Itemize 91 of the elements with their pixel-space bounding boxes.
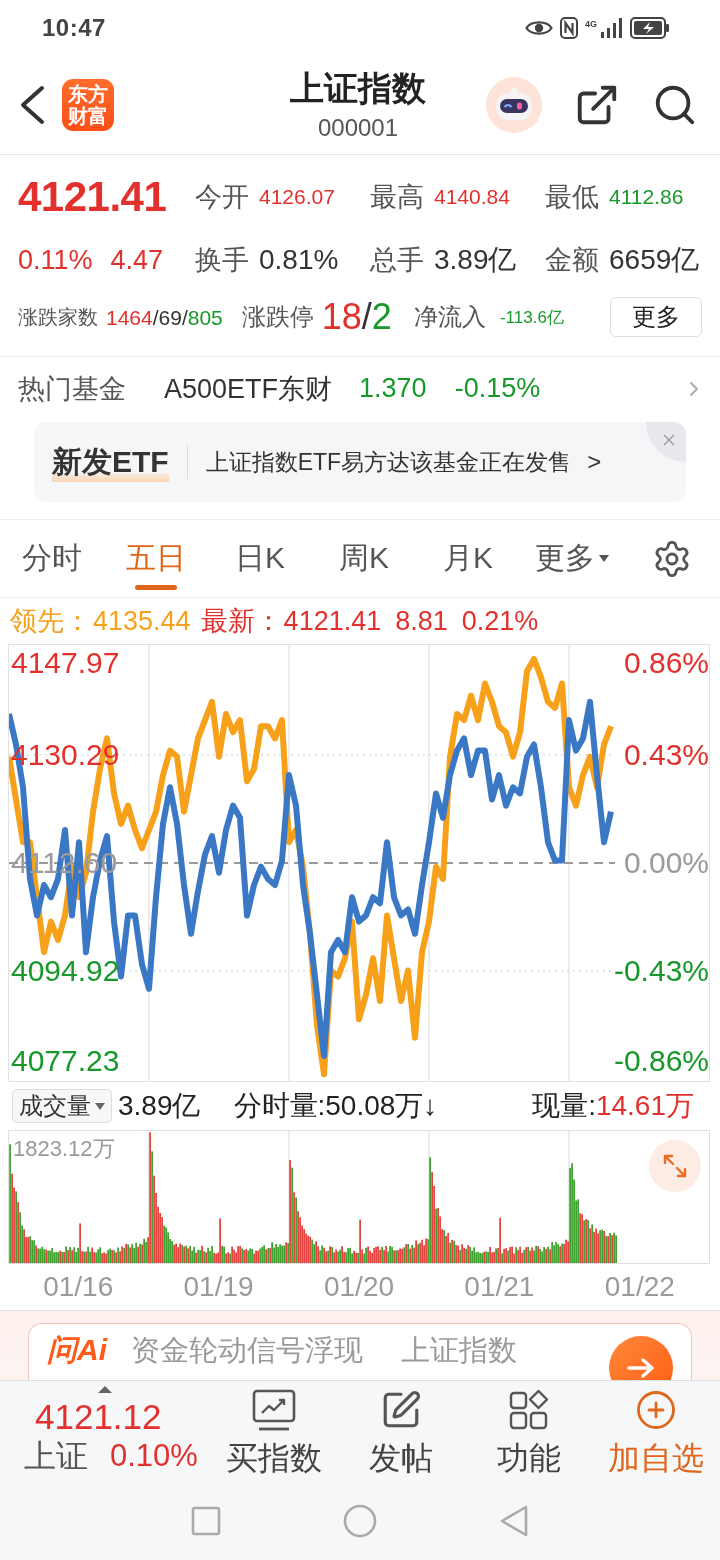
percent-axis-label: -0.86% [613,1043,709,1079]
grid-icon [507,1389,550,1431]
teaser-text: 资金轮动信号浮现 [131,1333,363,1368]
battery-icon [630,16,670,39]
breadth-value: 1464/69/805 [106,306,223,328]
stat-label: 换手 [195,244,249,277]
ai-logo: 问Ai [47,1332,107,1368]
stat-value: 0.81% [259,244,339,276]
y-axis-label: 4094.92 [11,952,120,989]
status-time: 10:47 [42,13,106,42]
stat-value: 4126.07 [259,185,335,209]
eye-icon [525,18,553,37]
more-tab[interactable]: 更多 [520,520,624,597]
caret-down-icon [599,555,609,562]
fund-change: -0.15% [454,373,541,404]
caret-down-icon [95,1102,105,1110]
y-axis-label: 4077.23 [11,1043,120,1079]
volume-selector[interactable]: 成交量 [12,1089,112,1123]
stat-label: 最低 [545,181,599,214]
stat-label: 总手 [370,244,424,277]
y-axis-label: 4112.60 [11,845,118,881]
robot-avatar-icon[interactable] [486,76,542,133]
buy-index-button[interactable]: 买指数 [210,1381,338,1481]
stat-label: 今开 [195,181,249,214]
quote-name: 上证 [24,1437,88,1475]
brand-logo: 东方财富 [62,78,114,131]
percent-axis-label: 0.86% [623,645,709,681]
chart-tab[interactable]: 分时 [0,520,104,597]
teaser-tag: 上证指数 [401,1332,517,1368]
square-icon[interactable] [191,1505,221,1536]
plus-circle-icon [635,1389,678,1431]
last-price: 4121.41 [18,176,168,218]
functions-button[interactable]: 功能 [465,1381,593,1481]
chart-tab[interactable]: 月K [416,520,520,597]
hot-fund-label: 热门基金 [18,372,126,406]
fund-price: 1.370 [359,373,427,404]
percent-axis-label: -0.43% [613,952,709,989]
current-volume-value: 14.61万 [595,1089,694,1123]
inflow-label: 净流入 [413,302,486,332]
legend-label: 领先： [10,605,91,638]
nfc-icon [560,16,578,39]
fund-name[interactable]: A500ETF东财 [164,370,333,407]
change-amount: 4.47 [110,244,164,276]
legend-label: 最新： [200,605,282,638]
chart-monitor-icon [250,1389,297,1431]
stat-value: 3.89亿 [434,243,517,277]
legend-value: 0.21% [461,605,539,637]
limit-label: 涨跌停 [241,302,314,332]
legend-value: 4121.41 [283,605,382,637]
volume-max-label: 1823.12万 [13,1135,115,1163]
circle-icon[interactable] [343,1503,377,1538]
interval-volume: 分时量:50.08万↓ [233,1089,438,1123]
back-icon[interactable] [18,84,46,125]
signal-icon [599,17,623,38]
quote-change: 0.10% [110,1437,198,1475]
banner-text: 上证指数ETF易方达该基金正在发售 [205,447,572,477]
stat-value: 6659亿 [609,243,700,277]
triangle-icon[interactable] [499,1503,529,1538]
date-label: 01/19 [183,1271,254,1303]
promo-banner[interactable]: 新发ETF 上证指数ETF易方达该基金正在发售 > [34,422,686,502]
quote-price: 4121.12 [35,1397,162,1437]
breadth-label: 涨跌家数 [18,304,98,330]
current-volume-label: 现量: [532,1089,596,1123]
page-title: 上证指数 [290,67,426,108]
inflow-value: -113.6亿 [499,308,564,326]
y-axis-label: 4147.97 [11,645,120,681]
date-label: 01/22 [604,1271,675,1303]
network-type: 4G [585,18,597,29]
stat-label: 金额 [545,244,599,277]
volume-total: 3.89亿 [118,1089,201,1123]
chart-tab[interactable]: 周K [312,520,416,597]
stat-value: 4112.86 [609,185,684,209]
stat-label: 最高 [370,181,424,214]
date-label: 01/16 [43,1271,114,1303]
more-button[interactable]: 更多 [610,297,702,337]
percent-axis-label: 0.00% [623,845,709,881]
banner-arrow[interactable]: > [587,448,602,476]
caret-up-icon[interactable] [98,1386,112,1393]
post-button[interactable]: 发帖 [337,1381,465,1481]
change-percent: 0.11% [18,244,93,276]
chart-tab[interactable]: 日K [208,520,312,597]
date-label: 01/20 [323,1271,395,1303]
limit-value: 18/2 [321,299,392,335]
arrow-circle-icon[interactable] [609,1336,673,1380]
expand-icon[interactable] [649,1140,701,1192]
date-label: 01/21 [464,1271,535,1303]
legend-value: 8.81 [395,605,448,637]
stat-value: 4140.84 [434,185,510,209]
percent-axis-label: 0.43% [623,736,709,773]
legend-value: 4135.44 [93,605,191,637]
stock-code: 000001 [317,113,399,142]
